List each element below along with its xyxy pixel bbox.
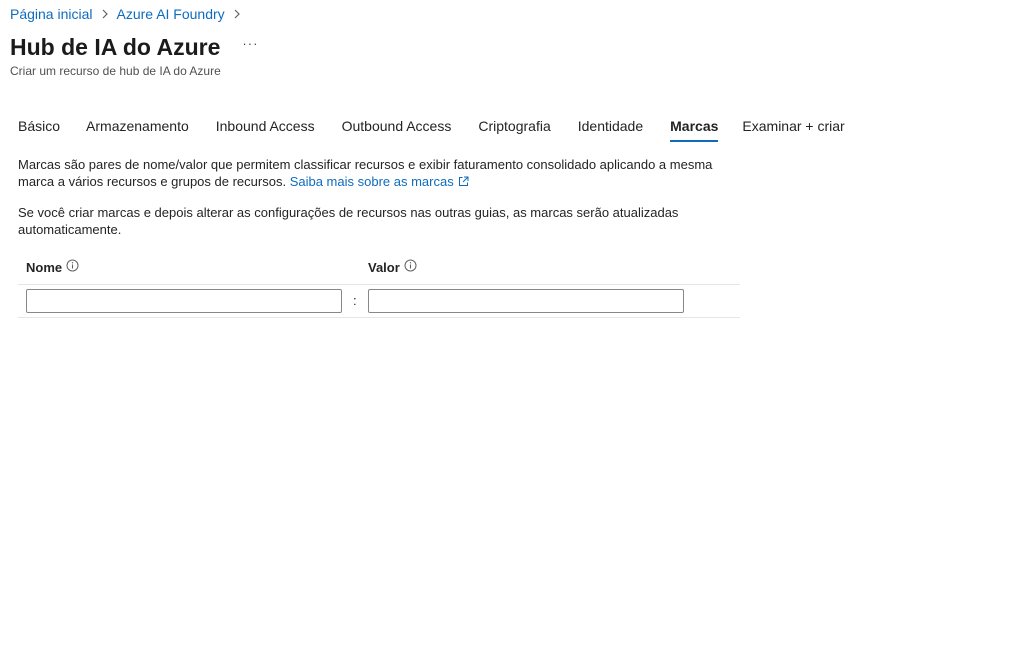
info-icon[interactable] xyxy=(404,259,417,275)
learn-more-tags-link[interactable]: Saiba mais sobre as marcas xyxy=(290,174,469,189)
external-link-icon xyxy=(458,174,469,191)
page-subtitle: Criar um recurso de hub de IA do Azure xyxy=(10,64,221,78)
name-value-separator: : xyxy=(353,293,357,308)
tag-name-input[interactable] xyxy=(26,289,342,313)
tab-basico[interactable]: Básico xyxy=(18,116,60,142)
more-options-button[interactable]: ··· xyxy=(242,36,258,51)
tag-value-input[interactable] xyxy=(368,289,684,313)
tab-examinar-criar[interactable]: Examinar + criar xyxy=(742,116,844,142)
chevron-right-icon xyxy=(229,5,245,23)
value-column-label: Valor xyxy=(368,259,400,275)
tags-description: Marcas são pares de nome/valor que permi… xyxy=(18,156,738,191)
tags-table-header: Nome Valor xyxy=(18,256,740,285)
breadcrumb: Página inicial Azure AI Foundry xyxy=(10,5,249,23)
tags-table: Nome Valor : xyxy=(18,256,740,318)
breadcrumb-ai-foundry-link[interactable]: Azure AI Foundry xyxy=(117,5,225,23)
tab-criptografia[interactable]: Criptografia xyxy=(478,116,550,142)
page: Página inicial Azure AI Foundry Hub de I… xyxy=(0,0,1018,650)
chevron-right-icon xyxy=(97,5,113,23)
name-column-header: Nome xyxy=(26,259,79,275)
tags-update-note: Se você criar marcas e depois alterar as… xyxy=(18,205,679,237)
page-title: Hub de IA do Azure xyxy=(10,34,221,60)
title-row: Hub de IA do Azure ··· xyxy=(10,32,258,62)
table-row: : xyxy=(18,285,740,318)
breadcrumb-home-link[interactable]: Página inicial xyxy=(10,5,93,23)
wizard-tabs: Básico Armazenamento Inbound Access Outb… xyxy=(18,116,845,142)
tab-inbound-access[interactable]: Inbound Access xyxy=(216,116,315,142)
tab-armazenamento[interactable]: Armazenamento xyxy=(86,116,189,142)
info-icon[interactable] xyxy=(66,259,79,275)
tab-outbound-access[interactable]: Outbound Access xyxy=(342,116,452,142)
value-column-header: Valor xyxy=(368,259,417,275)
name-column-label: Nome xyxy=(26,259,63,275)
tab-marcas[interactable]: Marcas xyxy=(670,116,719,142)
tab-identidade[interactable]: Identidade xyxy=(578,116,643,142)
